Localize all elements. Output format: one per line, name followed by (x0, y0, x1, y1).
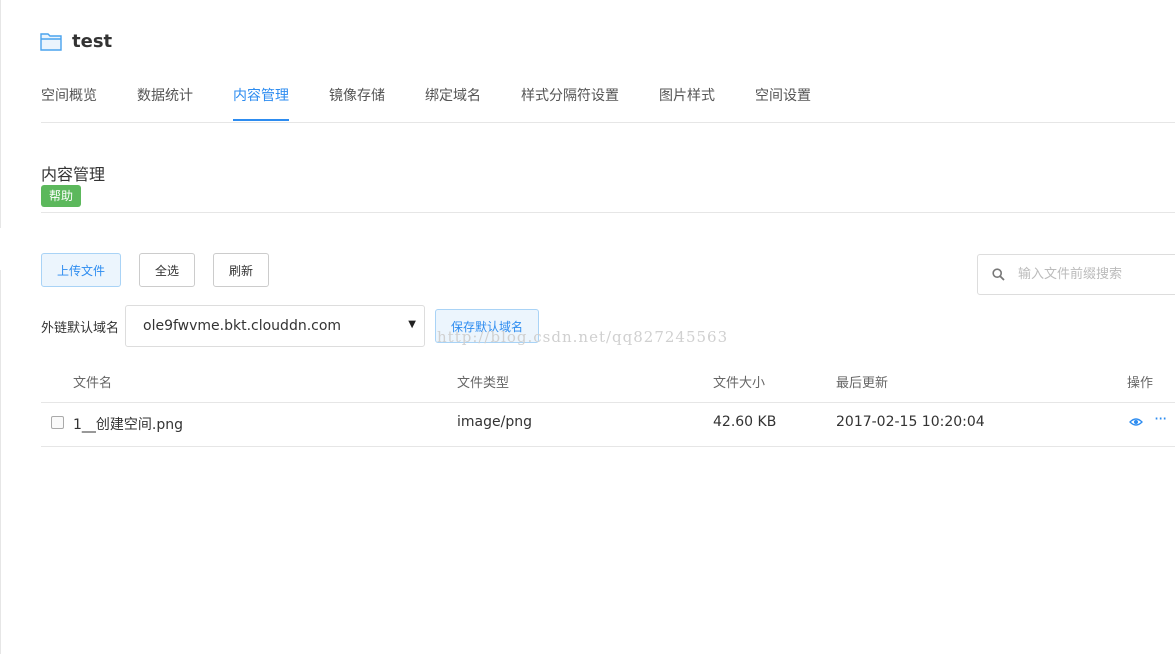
section-divider (41, 212, 1175, 213)
section-title: 内容管理 (41, 165, 106, 184)
space-title: test (72, 30, 113, 52)
search-input[interactable] (1018, 255, 1175, 294)
column-header-filename: 文件名 (73, 376, 113, 391)
tab-style-separator[interactable]: 样式分隔符设置 (521, 82, 619, 121)
table-row: 1__创建空间.png image/png 42.60 KB 2017-02-1… (41, 403, 1175, 447)
help-badge[interactable]: 帮助 (41, 185, 82, 207)
tab-bind-domain[interactable]: 绑定域名 (425, 82, 481, 121)
last-updated-cell: 2017-02-15 10:20:04 (836, 414, 985, 430)
tab-space-settings[interactable]: 空间设置 (755, 82, 811, 121)
default-domain-select[interactable]: ole9fwvme.bkt.clouddn.com ▼ (125, 305, 425, 347)
tab-statistics[interactable]: 数据统计 (137, 82, 193, 121)
default-domain-label: 外链默认域名 (41, 321, 120, 336)
space-header: test (40, 26, 112, 56)
file-size-cell: 42.60 KB (713, 414, 777, 430)
tab-image-style[interactable]: 图片样式 (659, 82, 715, 121)
file-name-cell[interactable]: 1__创建空间.png (73, 414, 183, 434)
column-header-filetype: 文件类型 (457, 376, 510, 391)
select-all-button[interactable]: 全选 (139, 253, 195, 287)
column-header-filesize: 文件大小 (713, 376, 766, 391)
refresh-button[interactable]: 刷新 (213, 253, 269, 287)
upload-file-button[interactable]: 上传文件 (41, 253, 121, 287)
eye-icon[interactable] (1129, 417, 1143, 427)
search-box (977, 254, 1175, 295)
row-checkbox[interactable] (51, 416, 64, 429)
file-type-cell: image/png (457, 414, 532, 430)
tab-mirror-storage[interactable]: 镜像存储 (329, 82, 385, 121)
folder-icon (40, 33, 62, 51)
column-header-actions: 操作 (1127, 376, 1154, 391)
tab-bar: 空间概览 数据统计 内容管理 镜像存储 绑定域名 样式分隔符设置 图片样式 空间… (41, 82, 1175, 123)
left-edge-gap (0, 228, 1, 270)
default-domain-value: ole9fwvme.bkt.clouddn.com (143, 318, 342, 334)
left-edge-border (0, 0, 1, 654)
search-icon (992, 268, 1005, 281)
column-header-last-updated: 最后更新 (836, 376, 889, 391)
chevron-down-icon: ▼ (408, 319, 416, 330)
tab-overview[interactable]: 空间概览 (41, 82, 97, 121)
more-actions-icon[interactable]: ··· (1154, 409, 1167, 428)
watermark-text: http://blog.csdn.net/qq827245563 (437, 328, 729, 346)
tab-content-management[interactable]: 内容管理 (233, 82, 289, 121)
